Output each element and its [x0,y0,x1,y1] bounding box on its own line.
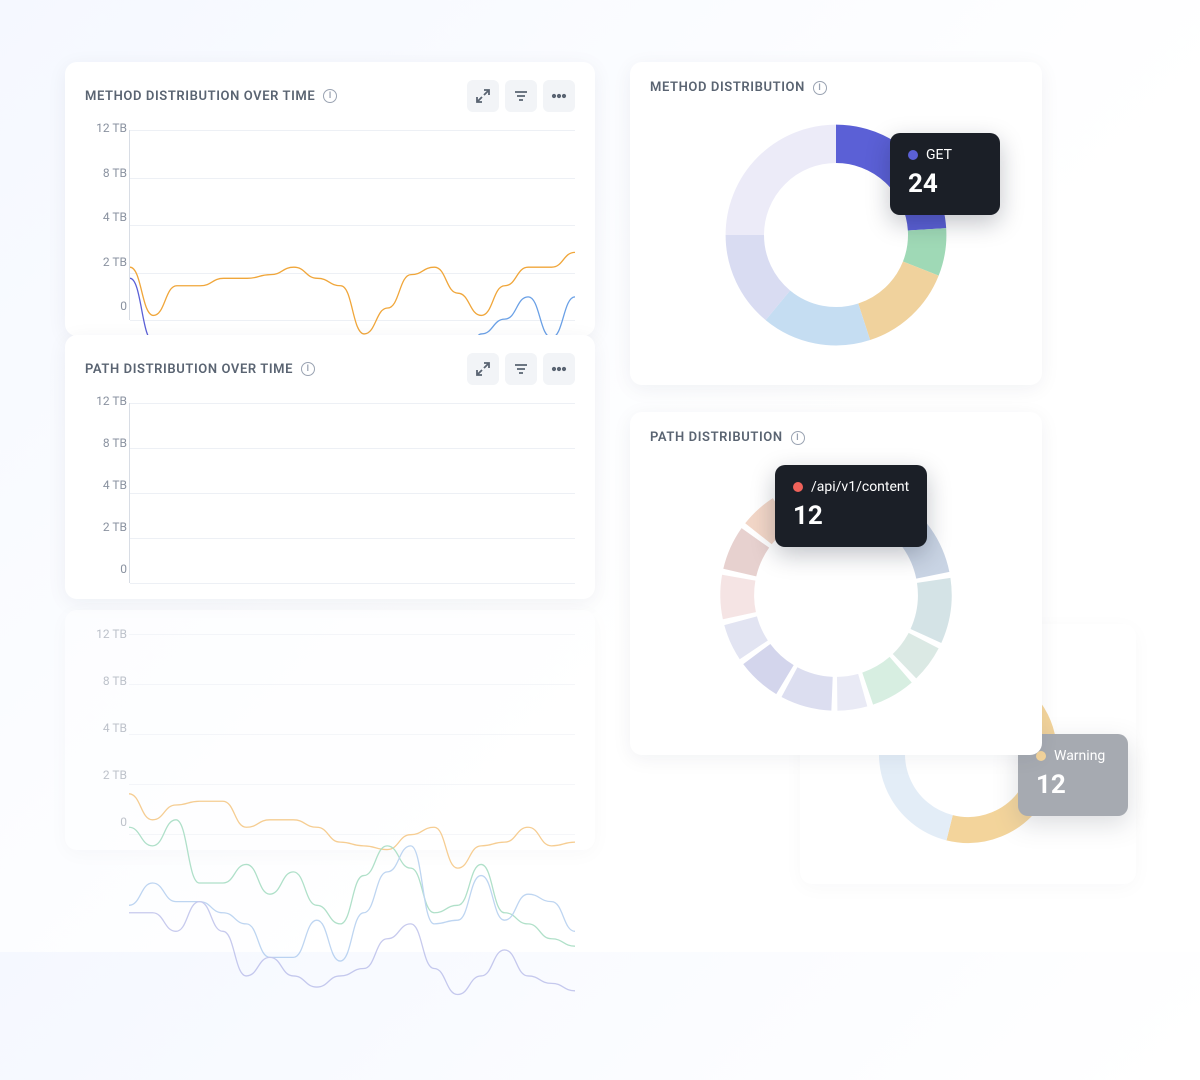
chart-body: 12 TB 8 TB 4 TB 2 TB 0 [65,610,595,850]
legend-dot [793,482,803,492]
info-icon[interactable]: i [813,81,827,95]
line-chart [129,634,575,1080]
card-header: METHOD DISTRIBUTION OVER TIME i [65,62,595,122]
donut-wrap: /api/v1/content 12 [630,445,1042,755]
y-tick: 4 TB [77,211,127,223]
card-path-over-time: PATH DISTRIBUTION OVER TIME i 12 TB 8 TB… [65,335,595,599]
card-faded-lines: 12 TB 8 TB 4 TB 2 TB 0 [65,610,595,850]
y-tick: 12 TB [77,122,127,134]
tooltip-value: 12 [1036,770,1110,800]
filter-button[interactable] [505,80,537,112]
tooltip-value: 24 [908,169,982,199]
card-title: PATH DISTRIBUTION OVER TIME i [85,362,315,377]
y-tick: 2 TB [77,769,127,781]
card-method-over-time: METHOD DISTRIBUTION OVER TIME i 12 TB 8 … [65,62,595,336]
card-method-dist: METHOD DISTRIBUTION i GET 24 [630,62,1042,385]
expand-button[interactable] [467,80,499,112]
title-text: METHOD DISTRIBUTION OVER TIME [85,89,315,104]
card-header: METHOD DISTRIBUTION i [630,62,1042,95]
y-tick: 0 [77,816,127,828]
more-icon [551,88,567,104]
chart-body: 12 TB 8 TB 4 TB 2 TB 0 [65,395,595,599]
filter-icon [513,361,529,377]
title-text: PATH DISTRIBUTION OVER TIME [85,362,293,377]
title-text: PATH DISTRIBUTION [650,430,783,445]
y-tick: 8 TB [77,167,127,179]
title-text: METHOD DISTRIBUTION [650,80,805,95]
tooltip-label: Warning [1054,748,1105,764]
plot-area [129,634,575,834]
tooltip-path: /api/v1/content 12 [775,465,927,547]
y-axis: 12 TB 8 TB 4 TB 2 TB 0 [77,122,127,312]
y-tick: 8 TB [77,675,127,687]
y-tick: 12 TB [77,628,127,640]
more-button[interactable] [543,80,575,112]
plot-area [129,403,575,583]
expand-icon [475,361,491,377]
card-title: METHOD DISTRIBUTION i [650,80,827,95]
y-tick: 4 TB [77,479,127,491]
card-header: PATH DISTRIBUTION OVER TIME i [65,335,595,395]
card-path-dist: PATH DISTRIBUTION i /api/v1/content 12 [630,412,1042,755]
y-tick: 0 [77,563,127,575]
more-icon [551,361,567,377]
donut-wrap: GET 24 [630,95,1042,385]
expand-icon [475,88,491,104]
card-header: PATH DISTRIBUTION i [630,412,1042,445]
tooltip-label-row: GET [908,147,982,163]
tooltip-label: GET [926,147,952,163]
y-tick: 8 TB [77,437,127,449]
tooltip-method: GET 24 [890,133,1000,215]
y-axis: 12 TB 8 TB 4 TB 2 TB 0 [77,395,127,575]
legend-dot [908,150,918,160]
y-tick: 12 TB [77,395,127,407]
y-tick: 2 TB [77,256,127,268]
plot-area [129,130,575,320]
card-title: PATH DISTRIBUTION i [650,430,805,445]
chart-body: 12 TB 8 TB 4 TB 2 TB 0 [65,122,595,336]
info-icon[interactable]: i [323,89,337,103]
header-actions [467,80,575,112]
tooltip-label: /api/v1/content [811,479,909,495]
bar-chart [130,403,575,583]
y-tick: 4 TB [77,722,127,734]
y-axis: 12 TB 8 TB 4 TB 2 TB 0 [77,628,127,828]
tooltip-label-row: Warning [1036,748,1110,764]
more-button[interactable] [543,353,575,385]
tooltip-label-row: /api/v1/content [793,479,909,495]
info-icon[interactable]: i [791,431,805,445]
header-actions [467,353,575,385]
expand-button[interactable] [467,353,499,385]
y-tick: 2 TB [77,521,127,533]
y-tick: 0 [77,300,127,312]
card-title: METHOD DISTRIBUTION OVER TIME i [85,89,337,104]
filter-icon [513,88,529,104]
tooltip-value: 12 [793,501,909,531]
filter-button[interactable] [505,353,537,385]
info-icon[interactable]: i [301,362,315,376]
